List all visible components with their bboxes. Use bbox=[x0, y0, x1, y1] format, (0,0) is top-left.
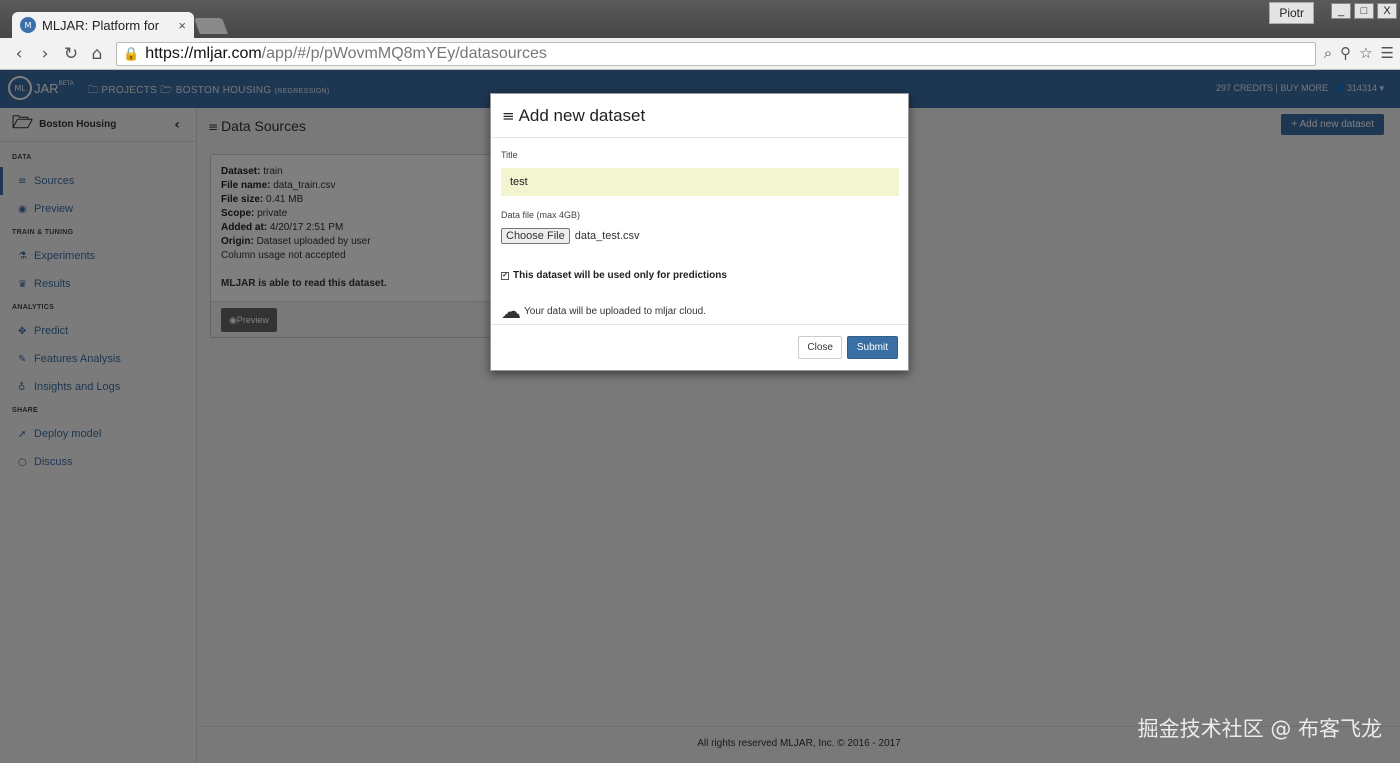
forward-icon[interactable]: › bbox=[32, 44, 58, 64]
title-label: Title bbox=[501, 150, 518, 160]
add-dataset-modal: ≡ Add new dataset Title Data file (max 4… bbox=[490, 93, 909, 371]
lock-icon: 🔒 bbox=[123, 46, 140, 62]
file-label: Data file (max 4GB) bbox=[501, 210, 581, 220]
url-path: /app/#/p/pWovmMQ8mYEy/datasources bbox=[261, 45, 547, 62]
home-icon[interactable]: ⌂ bbox=[84, 44, 110, 64]
menu-icon[interactable]: ☰ bbox=[1381, 44, 1394, 62]
selected-file-name: data_test.csv bbox=[574, 230, 640, 242]
zoom-icon[interactable]: ⌕ bbox=[1324, 44, 1332, 62]
browser-tabstrip: M MLJAR: Platform for × Piotr _ □ X bbox=[0, 0, 1400, 38]
reload-icon[interactable]: ↻ bbox=[58, 44, 84, 64]
modal-title: Add new dataset bbox=[518, 105, 646, 125]
predictions-checkbox[interactable]: ✓ bbox=[501, 271, 509, 280]
bookmark-star-icon[interactable]: ☆ bbox=[1359, 44, 1372, 62]
address-bar[interactable]: 🔒 https://mljar.com /app/#/p/pWovmMQ8mYE… bbox=[116, 42, 1316, 66]
close-window-button[interactable]: X bbox=[1377, 3, 1397, 19]
cloud-note-row: ☁ Your data will be uploaded to mljar cl… bbox=[501, 299, 898, 323]
file-picker: Choose File data_test.csv bbox=[501, 228, 898, 244]
choose-file-button[interactable]: Choose File bbox=[501, 228, 570, 244]
extension-icon[interactable]: ⚲ bbox=[1340, 44, 1351, 62]
database-icon: ≡ bbox=[502, 106, 515, 125]
toolbar-right-icons: ⌕ ⚲ ☆ ☰ bbox=[1324, 44, 1394, 62]
new-tab-button[interactable] bbox=[194, 18, 228, 34]
predictions-checkbox-label[interactable]: This dataset will be used only for predi… bbox=[513, 270, 727, 281]
close-tab-icon[interactable]: × bbox=[178, 18, 186, 33]
minimize-button[interactable]: _ bbox=[1331, 3, 1351, 19]
cloud-note: Your data will be uploaded to mljar clou… bbox=[524, 305, 706, 317]
modal-header: ≡ Add new dataset bbox=[491, 94, 908, 138]
url-host: https://mljar.com bbox=[145, 45, 262, 62]
os-user-label[interactable]: Piotr bbox=[1269, 2, 1314, 24]
mljar-favicon-icon: M bbox=[20, 17, 36, 33]
submit-button[interactable]: Submit bbox=[846, 336, 898, 359]
back-icon[interactable]: ‹ bbox=[6, 44, 32, 64]
title-input[interactable] bbox=[501, 168, 899, 196]
watermark-text: 掘金技术社区 @ 布客飞龙 bbox=[1137, 717, 1382, 741]
browser-tab[interactable]: M MLJAR: Platform for × bbox=[12, 12, 194, 38]
browser-toolbar: ‹ › ↻ ⌂ 🔒 https://mljar.com /app/#/p/pWo… bbox=[0, 38, 1400, 70]
maximize-button[interactable]: □ bbox=[1354, 3, 1374, 19]
modal-footer: Close Submit bbox=[491, 324, 908, 370]
tab-title: MLJAR: Platform for bbox=[42, 17, 160, 33]
cloud-icon: ☁ bbox=[501, 299, 521, 323]
predictions-checkbox-row: ✓ This dataset will be used only for pre… bbox=[501, 270, 898, 281]
modal-body: Title Data file (max 4GB) Choose File da… bbox=[491, 138, 908, 323]
close-button[interactable]: Close bbox=[798, 336, 842, 359]
